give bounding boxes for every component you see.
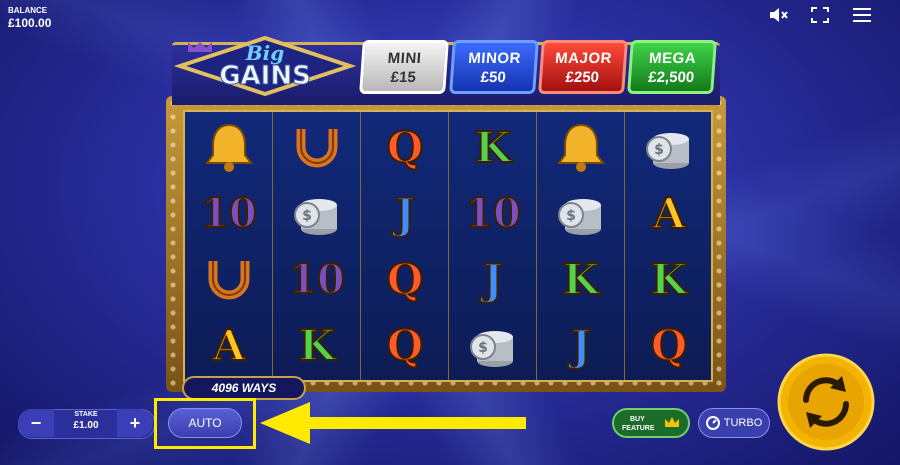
symbol-letter: J — [482, 254, 504, 305]
symbol-a: A — [185, 312, 273, 378]
svg-text:$: $ — [478, 340, 488, 356]
symbol-10: 10 — [273, 246, 361, 312]
symbol-letter: K — [298, 320, 336, 371]
coins-symbol-icon: $ — [537, 180, 625, 246]
jackpot-mega-value: £2,500 — [647, 69, 695, 86]
menu-icon[interactable] — [852, 6, 872, 24]
symbol-j: J — [449, 246, 537, 312]
symbol-q: Q — [361, 114, 449, 180]
svg-text:$: $ — [302, 208, 312, 224]
jackpot-mega-name: MEGA — [648, 50, 697, 67]
symbol-letter: Q — [386, 254, 425, 305]
symbol-letter: K — [562, 254, 600, 305]
buy-feature-button[interactable]: BUY FEATURE — [612, 408, 690, 438]
spin-button[interactable] — [776, 352, 876, 452]
symbol-q: Q — [361, 312, 449, 378]
jackpot-mini-value: £15 — [390, 69, 417, 86]
symbol-letter: A — [652, 188, 687, 239]
mute-icon[interactable] — [768, 6, 788, 24]
horseshoe-symbol-icon — [185, 246, 273, 312]
jackpot-minor-value: £50 — [480, 69, 507, 86]
bell-symbol-icon — [537, 114, 625, 180]
symbol-letter: 10 — [288, 255, 346, 304]
jackpot-mini: MINI £15 — [359, 40, 449, 94]
symbol-letter: A — [212, 320, 247, 371]
symbol-a: A — [625, 180, 713, 246]
ways-badge: 4096 WAYS — [182, 376, 306, 400]
bell-symbol-icon — [185, 114, 273, 180]
symbol-j: J — [361, 180, 449, 246]
symbol-letter: 10 — [464, 189, 522, 238]
stake-decrease-button[interactable]: − — [18, 409, 54, 437]
stake-increase-button[interactable]: + — [117, 409, 153, 437]
jackpot-minor-name: MINOR — [467, 50, 522, 67]
stake-value: £1.00 — [73, 420, 99, 431]
balance-label: BALANCE — [8, 6, 48, 15]
auto-button[interactable]: AUTO — [168, 408, 242, 438]
jackpot-mini-name: MINI — [387, 50, 423, 67]
balance-display: BALANCE £100.00 — [8, 6, 51, 30]
pointer-arrow-icon — [260, 402, 526, 444]
symbol-10: 10 — [185, 180, 273, 246]
jackpot-minor: MINOR £50 — [449, 40, 539, 94]
crown-icon — [665, 417, 679, 427]
stake-label: STAKE — [74, 411, 98, 418]
top-toolbar — [768, 6, 872, 24]
symbol-k: K — [625, 246, 713, 312]
symbol-k: K — [273, 312, 361, 378]
reel-grid: 10 A $10 K Q J Q Q K 10 J $ $ K J $ A K Q — [183, 110, 713, 382]
symbol-letter: Q — [650, 320, 689, 371]
symbol-letter: K — [474, 122, 512, 173]
symbol-q: Q — [361, 246, 449, 312]
symbol-j: J — [537, 312, 625, 378]
symbol-k: K — [449, 114, 537, 180]
symbol-letter: K — [650, 254, 688, 305]
jackpot-mega: MEGA £2,500 — [627, 40, 717, 94]
horseshoe-symbol-icon — [273, 114, 361, 180]
svg-text:$: $ — [654, 142, 664, 158]
coins-symbol-icon: $ — [449, 312, 537, 378]
jackpot-major-name: MAJOR — [554, 50, 613, 67]
turbo-icon — [705, 416, 720, 430]
symbol-letter: J — [570, 320, 592, 371]
symbol-letter: Q — [386, 122, 425, 173]
coins-symbol-icon: $ — [625, 114, 713, 180]
symbol-k: K — [537, 246, 625, 312]
turbo-label: TURBO — [723, 417, 763, 429]
symbol-10: 10 — [449, 180, 537, 246]
balance-value: £100.00 — [8, 16, 52, 30]
jackpot-major: MAJOR £250 — [538, 40, 628, 94]
turbo-button[interactable]: TURBO — [698, 408, 770, 438]
coins-symbol-icon: $ — [273, 180, 361, 246]
symbol-letter: Q — [386, 320, 425, 371]
big-gains-logo: Big GAINS — [173, 35, 357, 97]
jackpot-major-value: £250 — [564, 69, 600, 86]
symbol-letter: J — [394, 188, 416, 239]
logo-line2: GAINS — [219, 61, 311, 91]
stake-display: STAKE £1.00 — [56, 411, 116, 431]
symbol-q: Q — [625, 312, 713, 378]
svg-text:$: $ — [566, 208, 576, 224]
fullscreen-icon[interactable] — [810, 6, 830, 24]
symbol-letter: 10 — [200, 189, 258, 238]
